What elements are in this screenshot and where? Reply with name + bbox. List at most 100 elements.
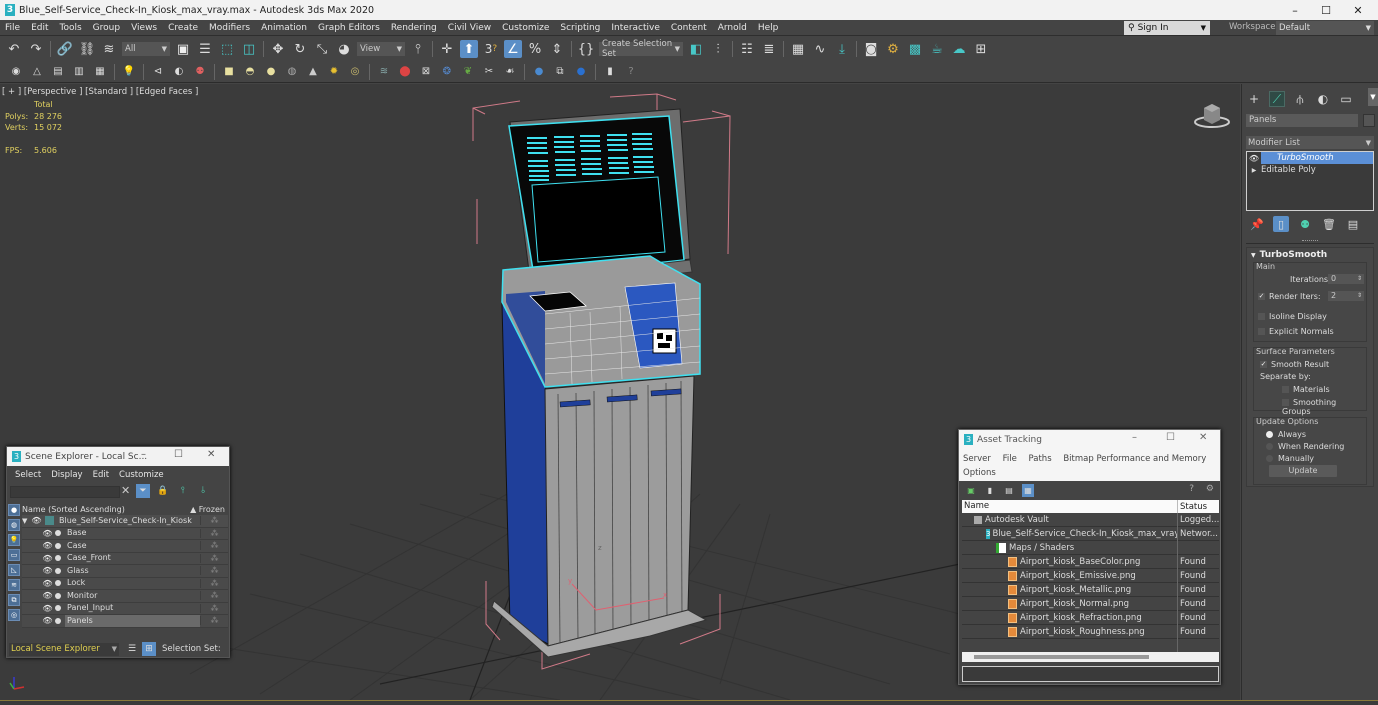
hierarchy-view-icon[interactable]: ⫰ bbox=[196, 484, 210, 498]
plane-light-icon[interactable]: ■ bbox=[221, 64, 237, 80]
frozen-icon[interactable]: ⁂ bbox=[200, 616, 228, 626]
rendered-frame-window-icon[interactable]: ▩ bbox=[906, 40, 924, 58]
show-end-result-icon[interactable]: ▯ bbox=[1273, 216, 1289, 232]
column-status[interactable]: Status bbox=[1178, 502, 1219, 512]
unlink-icon[interactable]: ⛓ bbox=[78, 40, 96, 58]
scene-explorer-titlebar[interactable]: 3 Scene Explorer - Local Sc... – ☐ ✕ bbox=[7, 447, 229, 466]
menu-civil-view[interactable]: Civil View bbox=[443, 23, 497, 33]
scene-explorer-icon[interactable]: ☷ bbox=[738, 40, 756, 58]
space-warps-filter-icon[interactable]: ≋ bbox=[8, 579, 20, 591]
menu-group[interactable]: Group bbox=[88, 23, 126, 33]
curve-editor-icon[interactable]: ∿ bbox=[811, 40, 829, 58]
horizontal-scrollbar[interactable] bbox=[962, 652, 1219, 662]
asset-row[interactable]: Airport_kiosk_Emissive.png Found bbox=[962, 568, 1219, 583]
close-button[interactable]: ✕ bbox=[1343, 0, 1373, 20]
menu-create[interactable]: Create bbox=[163, 23, 204, 33]
more-tabs-chevron-icon[interactable]: ▼ bbox=[1368, 88, 1378, 106]
render-setup-icon[interactable]: ⚙ bbox=[884, 40, 902, 58]
snaps-toggle-icon[interactable]: 3? bbox=[482, 40, 500, 58]
modify-tab-icon[interactable]: ⟋ bbox=[1269, 91, 1285, 107]
menu-customize[interactable]: Customize bbox=[497, 23, 555, 33]
settings-icon[interactable]: ⚙ bbox=[1206, 484, 1214, 494]
asset-row[interactable]: Airport_kiosk_Normal.png Found bbox=[962, 596, 1219, 611]
redo-icon[interactable]: ↷ bbox=[27, 40, 45, 58]
explicit-normals-checkbox[interactable]: Explicit Normals bbox=[1258, 327, 1334, 336]
scene-object-row[interactable]: 👁 Lock ⁂ bbox=[22, 577, 228, 590]
grid-view-icon[interactable]: ▦ bbox=[1022, 484, 1034, 497]
asset-row[interactable]: Autodesk Vault Logged... bbox=[962, 512, 1219, 527]
proxy-icon[interactable]: ⬤ bbox=[397, 64, 413, 80]
rotate-icon[interactable]: ↻ bbox=[291, 40, 309, 58]
scene-object-row[interactable]: 👁 Monitor ⁂ bbox=[22, 590, 228, 603]
scene-object-row[interactable]: 👁 Panel_Input ⁂ bbox=[22, 602, 228, 615]
menu-customize[interactable]: Customize bbox=[114, 470, 169, 480]
frozen-icon[interactable]: ⁂ bbox=[200, 528, 228, 538]
lights-filter-icon[interactable]: 💡 bbox=[8, 534, 20, 546]
menu-edit[interactable]: Edit bbox=[88, 470, 114, 480]
menu-scripting[interactable]: Scripting bbox=[555, 23, 606, 33]
named-selection-dropdown[interactable]: Create Selection Set ▼ bbox=[599, 39, 683, 59]
eye-icon[interactable]: 👁 bbox=[42, 554, 53, 563]
menu-modifiers[interactable]: Modifiers bbox=[204, 23, 256, 33]
group-icon[interactable]: ⚉ bbox=[192, 64, 208, 80]
fur-icon[interactable]: ≋ bbox=[376, 64, 392, 80]
minimize-button[interactable]: – bbox=[141, 449, 146, 460]
expand-triangle-icon[interactable]: ▼ bbox=[22, 517, 31, 525]
keyboard-shortcut-override-icon[interactable]: ⬆ bbox=[460, 40, 478, 58]
mirror-icon[interactable]: ◧ bbox=[687, 40, 705, 58]
toggle-blue-icon[interactable]: ● bbox=[573, 64, 589, 80]
frozen-icon[interactable]: ⁂ bbox=[200, 541, 228, 551]
sphere-fade-icon[interactable]: ❂ bbox=[439, 64, 455, 80]
percent-snap-icon[interactable]: % bbox=[526, 40, 544, 58]
asset-row[interactable]: Airport_kiosk_Metallic.png Found bbox=[962, 582, 1219, 597]
frame-buffer-icon[interactable]: ▮ bbox=[602, 64, 618, 80]
column-name[interactable]: Name (Sorted Ascending) bbox=[22, 505, 125, 514]
grid-panel-icon[interactable]: ▦ bbox=[92, 64, 108, 80]
frozen-icon[interactable]: ⁂ bbox=[200, 603, 228, 613]
vault-icon[interactable]: ▣ bbox=[965, 484, 977, 497]
render-in-cloud-icon[interactable]: ☁ bbox=[950, 40, 968, 58]
schematic-view-icon[interactable]: ⤓ bbox=[833, 40, 851, 58]
select-by-name-icon[interactable]: ☰ bbox=[196, 40, 214, 58]
scene-object-row[interactable]: 👁 Base ⁂ bbox=[22, 527, 228, 540]
render-iters-spinner[interactable]: 2 ⇕ bbox=[1328, 291, 1364, 301]
frozen-icon[interactable]: ⁂ bbox=[200, 578, 228, 588]
stack-item-turbosmooth[interactable]: 👁 TurboSmooth bbox=[1247, 152, 1373, 164]
minimize-button[interactable]: – bbox=[1280, 0, 1310, 20]
iterations-spinner[interactable]: 0 ⇕ bbox=[1328, 274, 1364, 284]
asset-row[interactable]: Airport_kiosk_Roughness.png Found bbox=[962, 624, 1219, 639]
layer-icon[interactable]: ◉ bbox=[8, 64, 24, 80]
pin-stack-icon[interactable]: 📌 bbox=[1249, 216, 1265, 232]
smoothing-groups-checkbox[interactable]: Smoothing Groups bbox=[1282, 398, 1366, 416]
eye-icon[interactable]: 👁 bbox=[42, 529, 53, 538]
menu-rendering[interactable]: Rendering bbox=[386, 23, 443, 33]
menu-bitmap-performance[interactable]: Bitmap Performance and Memory bbox=[1063, 454, 1206, 464]
layer-explorer-icon[interactable]: ≣ bbox=[760, 40, 778, 58]
object-name-field[interactable]: Panels bbox=[1246, 114, 1358, 127]
material-editor-icon[interactable]: ◙ bbox=[862, 40, 880, 58]
groups-filter-icon[interactable]: ⧉ bbox=[8, 594, 20, 606]
menu-edit[interactable]: Edit bbox=[26, 23, 54, 33]
scrollbar-thumb[interactable] bbox=[974, 655, 1149, 659]
help-icon[interactable]: ? bbox=[1189, 484, 1194, 494]
eye-icon[interactable]: 👁 bbox=[42, 566, 53, 575]
select-manipulate-icon[interactable]: ✛ bbox=[438, 40, 456, 58]
viewport-layout-icon[interactable]: ⊞ bbox=[972, 40, 990, 58]
filter-icon[interactable]: ⏷ bbox=[136, 484, 150, 498]
menu-content[interactable]: Content bbox=[666, 23, 713, 33]
object-color-swatch[interactable] bbox=[1363, 114, 1375, 127]
hierarchy-tab-icon[interactable]: ⫛ bbox=[1292, 91, 1308, 107]
selection-filter-dropdown[interactable]: All ▼ bbox=[122, 42, 170, 56]
reference-coordinate-dropdown[interactable]: View ▼ bbox=[357, 42, 405, 56]
asset-row[interactable]: Airport_kiosk_Refraction.png Found bbox=[962, 610, 1219, 625]
scale-icon[interactable]: ⤡ bbox=[313, 40, 331, 58]
eye-icon[interactable]: 👁 bbox=[42, 541, 53, 550]
spinner-arrows-icon[interactable]: ⇕ bbox=[1357, 291, 1362, 301]
modifier-list-dropdown[interactable]: Modifier List ▼ bbox=[1246, 136, 1374, 149]
table-view-icon[interactable]: ▤ bbox=[1003, 484, 1015, 497]
menu-server[interactable]: Server bbox=[963, 454, 991, 464]
document-icon[interactable]: ▤ bbox=[50, 64, 66, 80]
smooth-result-checkbox[interactable]: ✓ Smooth Result bbox=[1260, 360, 1329, 369]
remove-modifier-trash-icon[interactable]: 🗑 bbox=[1321, 216, 1337, 232]
menu-graph-editors[interactable]: Graph Editors bbox=[313, 23, 386, 33]
